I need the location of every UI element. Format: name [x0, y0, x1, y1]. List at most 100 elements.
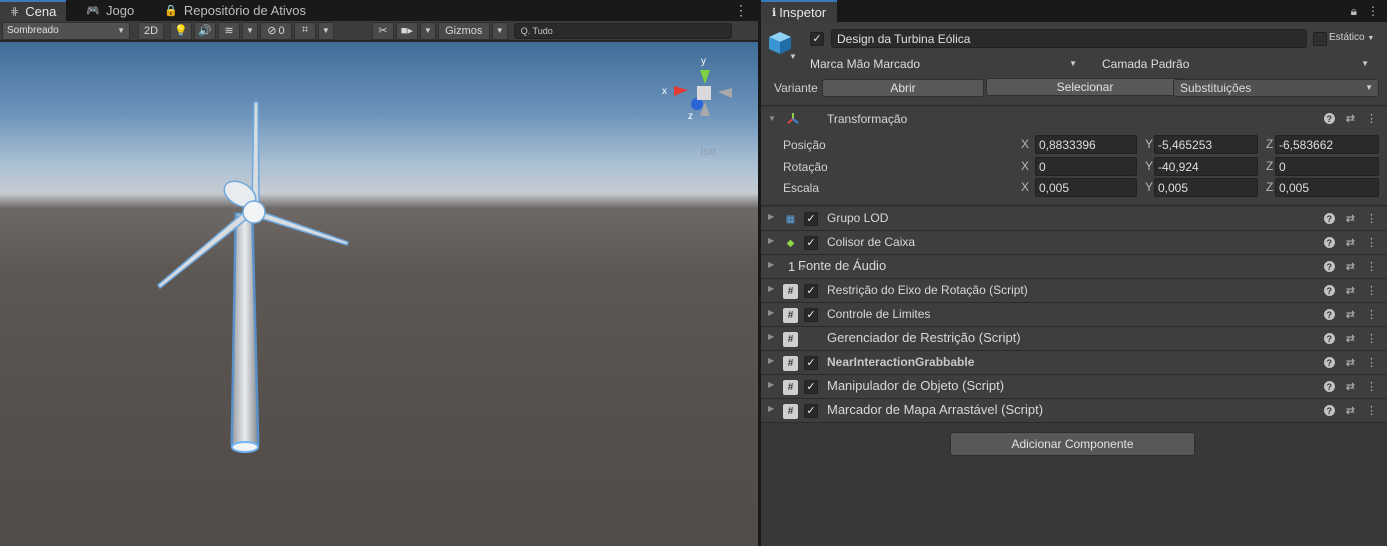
lighting-toggle-button[interactable]: 💡: [170, 21, 192, 40]
component-row[interactable]: ▶ # ✓ Controle de Limites ? ⇄ ⋮: [761, 303, 1387, 327]
kebab-menu-icon[interactable]: ⋮: [1366, 284, 1377, 297]
kebab-menu-icon[interactable]: ⋮: [724, 0, 758, 21]
gizmos-dropdown[interactable]: ▼: [491, 21, 508, 40]
fold-closed-icon[interactable]: ▶: [768, 284, 774, 293]
axis-z-label[interactable]: Z: [1266, 180, 1273, 194]
help-icon[interactable]: ?: [1323, 237, 1335, 248]
rotation-y-field[interactable]: -40,924: [1154, 157, 1258, 176]
layer-dropdown[interactable]: Camada Padrão ▼: [1095, 55, 1375, 73]
help-icon[interactable]: ?: [1323, 309, 1335, 320]
audio-toggle-button[interactable]: 🔊: [194, 21, 216, 40]
transform-header[interactable]: ▼ Transformação ? ⇄ ⋮: [761, 107, 1387, 130]
presets-icon[interactable]: ⇄: [1346, 236, 1355, 249]
help-icon[interactable]: ?: [1323, 285, 1335, 296]
presets-icon[interactable]: ⇄: [1346, 212, 1355, 225]
kebab-menu-icon[interactable]: ⋮: [1367, 4, 1379, 18]
fold-closed-icon[interactable]: ▶: [768, 308, 774, 317]
effects-dropdown[interactable]: ▼: [242, 21, 258, 40]
axis-x-label[interactable]: X: [1021, 159, 1029, 173]
scale-x-field[interactable]: 0,005: [1035, 178, 1137, 197]
select-button[interactable]: Selecionar: [986, 78, 1184, 96]
lock-icon[interactable]: 🔒︎: [1351, 4, 1357, 19]
component-enabled-checkbox[interactable]: ✓: [804, 308, 818, 322]
presets-icon[interactable]: ⇄: [1346, 260, 1355, 273]
fold-open-icon[interactable]: ▼: [768, 114, 776, 123]
presets-icon[interactable]: ⇄: [1346, 380, 1355, 393]
kebab-menu-icon[interactable]: ⋮: [1366, 308, 1377, 321]
component-row[interactable]: ▶ 1 ♪ Fonte de Áudio ? ⇄ ⋮: [761, 255, 1387, 279]
help-icon[interactable]: ?: [1323, 213, 1335, 224]
axis-y-label[interactable]: Y: [1145, 137, 1153, 151]
fold-closed-icon[interactable]: ▶: [768, 260, 774, 269]
scene-viewport[interactable]: y x z Iso: [0, 42, 758, 546]
presets-icon[interactable]: ⇄: [1346, 356, 1355, 369]
rotation-x-field[interactable]: 0: [1035, 157, 1137, 176]
component-row[interactable]: ▶ # Gerenciador de Restrição (Script) ? ⇄…: [761, 327, 1387, 351]
projection-label[interactable]: Iso: [700, 144, 716, 158]
kebab-menu-icon[interactable]: ⋮: [1366, 332, 1377, 345]
kebab-menu-icon[interactable]: ⋮: [1366, 380, 1377, 393]
component-enabled-checkbox[interactable]: ✓: [804, 212, 818, 226]
help-icon[interactable]: ?: [1323, 113, 1335, 124]
component-row[interactable]: ▶ ◆ ✓ Colisor de Caixa ? ⇄ ⋮: [761, 231, 1387, 255]
rotation-z-field[interactable]: 0: [1275, 157, 1379, 176]
help-icon[interactable]: ?: [1323, 333, 1335, 344]
tools-button[interactable]: ✂: [371, 21, 394, 40]
axis-y-label[interactable]: Y: [1145, 159, 1153, 173]
scale-y-field[interactable]: 0,005: [1154, 178, 1258, 197]
help-icon[interactable]: ?: [1323, 357, 1335, 368]
position-y-field[interactable]: -5,465253: [1154, 135, 1258, 154]
kebab-menu-icon[interactable]: ⋮: [1366, 236, 1377, 249]
static-checkbox[interactable]: [1313, 32, 1327, 46]
scene-search-input[interactable]: Q. Tudo: [513, 22, 732, 39]
position-z-field[interactable]: -6,583662: [1275, 135, 1379, 154]
kebab-menu-icon[interactable]: ⋮: [1366, 112, 1377, 125]
component-enabled-checkbox[interactable]: ✓: [804, 356, 818, 370]
component-enabled-checkbox[interactable]: ✓: [804, 236, 818, 250]
presets-icon[interactable]: ⇄: [1346, 308, 1355, 321]
help-icon[interactable]: ?: [1323, 381, 1335, 392]
tag-dropdown[interactable]: Marca Mão Marcado ▼: [803, 55, 1083, 73]
object-name-field[interactable]: Design da Turbina Eólica: [831, 29, 1307, 48]
component-row[interactable]: ▶ # ✓ NearInteractionGrabbable ? ⇄ ⋮: [761, 351, 1387, 375]
scale-z-field[interactable]: 0,005: [1275, 178, 1379, 197]
object-active-checkbox[interactable]: ✓: [810, 32, 824, 46]
tab-scene[interactable]: ⋕ Cena: [0, 0, 67, 21]
grid-toggle-button[interactable]: ⌗: [293, 21, 316, 40]
tab-asset-store[interactable]: 🔒 Repositório de Ativos: [154, 0, 316, 21]
presets-icon[interactable]: ⇄: [1346, 284, 1355, 297]
component-enabled-checkbox[interactable]: ✓: [804, 404, 818, 418]
component-enabled-checkbox[interactable]: ✓: [804, 380, 818, 394]
presets-icon[interactable]: ⇄: [1346, 112, 1355, 125]
fold-closed-icon[interactable]: ▶: [768, 380, 774, 389]
grid-dropdown[interactable]: ▼: [317, 21, 334, 40]
shading-mode-dropdown[interactable]: Sombreado ▼: [2, 21, 130, 40]
hidden-objects-toggle[interactable]: ⊘ 0: [259, 21, 292, 40]
camera-button[interactable]: ■▸: [395, 21, 418, 40]
axis-z-label[interactable]: Z: [1266, 159, 1273, 173]
2d-toggle-button[interactable]: 2D: [138, 21, 164, 40]
static-dropdown[interactable]: Estático ▼: [1329, 32, 1374, 43]
component-row[interactable]: ▶ ▦ ✓ Grupo LOD ? ⇄ ⋮: [761, 207, 1387, 231]
open-button[interactable]: Abrir: [822, 79, 984, 97]
help-icon[interactable]: ?: [1323, 261, 1335, 272]
kebab-menu-icon[interactable]: ⋮: [1366, 212, 1377, 225]
fold-closed-icon[interactable]: ▶: [768, 236, 774, 245]
effects-toggle-button[interactable]: ≋: [218, 21, 240, 40]
fold-closed-icon[interactable]: ▶: [768, 212, 774, 221]
component-row[interactable]: ▶ # ✓ Restrição do Eixo de Rotação (Scri…: [761, 279, 1387, 303]
axis-z-label[interactable]: Z: [1266, 137, 1273, 151]
overrides-dropdown[interactable]: Substituições ▼: [1173, 79, 1379, 97]
component-enabled-checkbox[interactable]: ✓: [804, 284, 818, 298]
axis-x-label[interactable]: X: [1021, 180, 1029, 194]
axis-y-label[interactable]: Y: [1145, 180, 1153, 194]
add-component-button[interactable]: Adicionar Componente: [950, 432, 1195, 456]
presets-icon[interactable]: ⇄: [1346, 332, 1355, 345]
component-row[interactable]: ▶ # ✓ Marcador de Mapa Arrastável (Scrip…: [761, 399, 1387, 423]
tab-game[interactable]: 🎮 Jogo: [76, 0, 144, 21]
kebab-menu-icon[interactable]: ⋮: [1366, 260, 1377, 273]
axis-x-label[interactable]: X: [1021, 137, 1029, 151]
tab-inspector[interactable]: ℹ Inspetor: [761, 0, 837, 22]
presets-icon[interactable]: ⇄: [1346, 404, 1355, 417]
kebab-menu-icon[interactable]: ⋮: [1366, 356, 1377, 369]
